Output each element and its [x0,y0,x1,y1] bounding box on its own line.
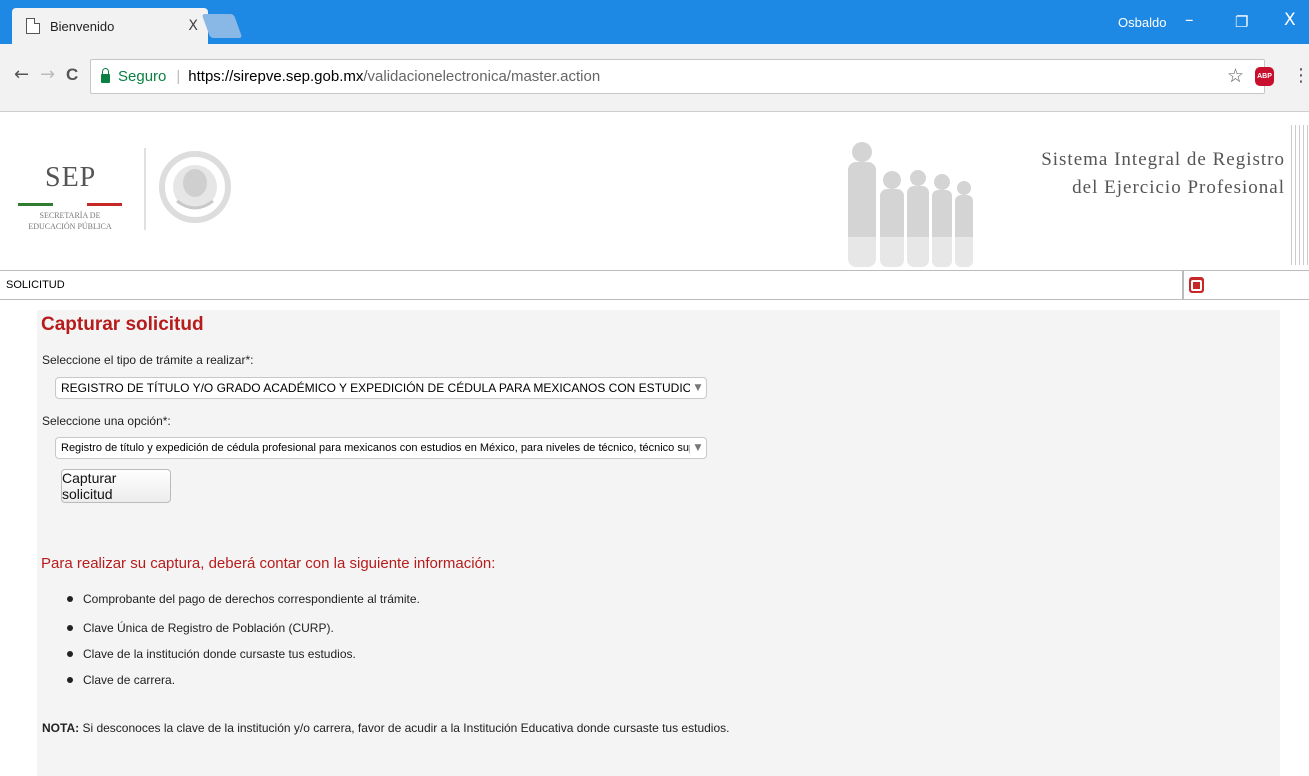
national-seal-icon [159,151,231,223]
bookmark-star-icon[interactable]: ☆ [1227,65,1244,87]
forward-button[interactable]: → [40,64,55,85]
browser-menu-icon[interactable]: ⋮ [1292,65,1309,86]
sep-logo-subtitle: SECRETARÍA DE EDUCACIÓN PÚBLICA [22,210,118,232]
tramite-selected-value: REGISTRO DE TÍTULO Y/O GRADO ACADÉMICO Y… [61,381,690,395]
sep-subtitle-line1: SECRETARÍA DE [39,211,101,220]
list-item: Clave Única de Registro de Población (CU… [55,621,334,635]
system-title-line1: Sistema Integral de Registro [1041,149,1285,170]
url-separator: | [176,68,181,85]
lock-icon [101,68,110,83]
bullet-icon [67,677,73,683]
url-host: https://sirepve.sep.gob.mx [188,68,364,85]
people-silhouettes-icon [840,142,990,267]
logo-divider [144,148,146,230]
sep-logo[interactable]: SEP [45,162,96,194]
tramite-label: Seleccione el tipo de trámite a realizar… [42,353,254,367]
sep-subtitle-line2: EDUCACIÓN PÚBLICA [28,222,112,231]
opcion-select[interactable]: Registro de título y expedición de cédul… [55,437,707,459]
title-bar: Bienvenido X Osbaldo – ❐ X [0,0,1309,44]
address-bar[interactable]: Seguro | https://sirepve.sep.gob.mx /val… [90,59,1265,94]
bullet-icon [67,651,73,657]
nota-body: Si desconoces la clave de la institución… [79,721,730,735]
back-button[interactable]: ← [14,64,29,85]
opcion-label: Seleccione una opción*: [42,414,171,428]
url-path: /validacionelectronica/master.action [363,68,601,85]
adblock-icon[interactable]: ABP [1255,67,1274,86]
list-item: Clave de carrera. [55,673,175,687]
opcion-selected-value: Registro de título y expedición de cédul… [61,442,690,454]
document-icon [26,18,40,34]
tab-title: Bienvenido [50,18,115,34]
info-title: Para realizar su captura, deberá contar … [41,555,496,572]
window-close-button[interactable]: X [1284,10,1296,30]
system-title: Sistema Integral de Registro del Ejercic… [1030,146,1285,202]
tramite-select[interactable]: REGISTRO DE TÍTULO Y/O GRADO ACADÉMICO Y… [55,377,707,399]
maximize-button[interactable]: ❐ [1235,13,1248,31]
reload-button[interactable]: C [66,65,78,85]
bullet-icon [67,596,73,602]
page-title: Capturar solicitud [41,314,204,335]
header-decoration [1291,125,1309,265]
profile-name[interactable]: Osbaldo [1118,15,1166,30]
browser-tab[interactable]: Bienvenido X [12,8,208,44]
chevron-down-icon: ▼ [694,383,702,393]
tab-close-button[interactable]: X [188,18,198,34]
system-title-line2: del Ejercicio Profesional [1072,177,1285,198]
chevron-down-icon: ▼ [694,443,702,453]
capturar-solicitud-button[interactable]: Capturar solicitud [61,469,171,503]
requirement-text: Clave de carrera. [83,673,176,687]
home-box [1183,270,1309,300]
list-item: Clave de la institución donde cursaste t… [55,647,356,661]
bullet-icon [67,625,73,631]
sep-logo-stripes [18,203,123,206]
section-label: SOLICITUD [6,279,65,291]
home-icon[interactable] [1189,277,1204,293]
requirement-text: Clave Única de Registro de Población (CU… [83,621,334,635]
minimize-button[interactable]: – [1185,10,1194,30]
requirement-text: Comprobante del pago de derechos corresp… [83,592,420,606]
section-bar: SOLICITUD [0,270,1183,300]
secure-label: Seguro [118,68,167,85]
nota-label: NOTA: [42,721,80,735]
nota-text: NOTA: Si desconoces la clave de la insti… [42,721,729,735]
requirement-text: Clave de la institución donde cursaste t… [83,647,356,661]
list-item: Comprobante del pago de derechos corresp… [55,592,420,606]
